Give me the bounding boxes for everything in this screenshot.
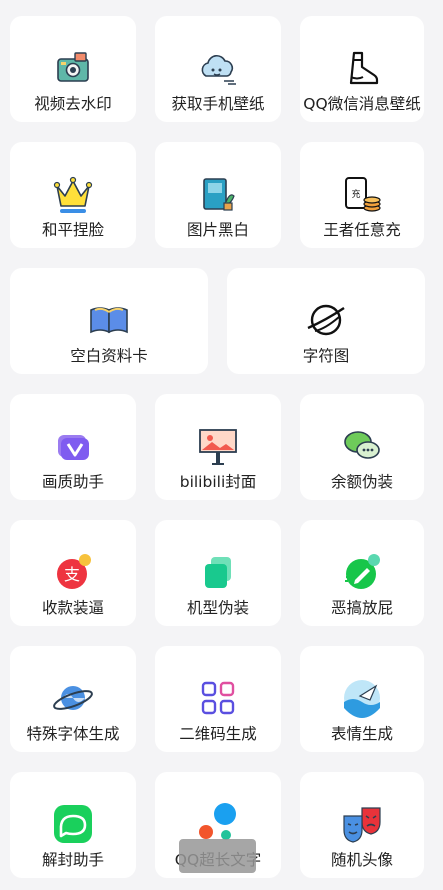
camera-icon [51, 46, 95, 90]
tool-label: 王者任意充 [323, 221, 401, 239]
tool-card-fart-prank[interactable]: 恶搞放屁 [300, 520, 424, 626]
tool-card-quality-assistant[interactable]: 画质助手 [10, 394, 136, 500]
tool-card-blank-profile[interactable]: 空白资料卡 [10, 268, 208, 374]
planet-icon [304, 298, 348, 342]
tool-label: 收款装逼 [41, 599, 104, 617]
tool-card-king-recharge[interactable]: 充 王者任意充 [300, 142, 424, 248]
tool-label: 表情生成 [330, 725, 393, 743]
tool-label: 特殊字体生成 [26, 725, 120, 743]
tool-label: 二维码生成 [179, 725, 257, 743]
tool-label: 余额伪装 [330, 473, 393, 491]
recharge-coins-icon: 充 [340, 172, 384, 216]
qr-code-icon [196, 676, 240, 720]
tool-label: 解封助手 [41, 851, 104, 869]
drama-masks-icon [340, 802, 384, 846]
toast [179, 839, 256, 873]
tool-label: QQ微信消息壁纸 [303, 95, 421, 113]
tool-card-emoji-generate[interactable]: 表情生成 [300, 646, 424, 752]
billboard-icon [196, 424, 240, 468]
svg-text:充: 充 [351, 188, 360, 200]
book-plant-icon [196, 172, 240, 216]
saturn-icon [51, 676, 95, 720]
tool-card-unban-assistant[interactable]: 解封助手 [10, 772, 136, 878]
tool-label: 和平捏脸 [41, 221, 104, 239]
svg-text:支: 支 [64, 565, 80, 584]
tool-card-image-bw[interactable]: 图片黑白 [155, 142, 281, 248]
alipay-icon: 支 [51, 550, 95, 594]
tool-label: 机型伪装 [186, 599, 249, 617]
phone-layers-icon [196, 550, 240, 594]
tool-label: 恶搞放屁 [330, 599, 393, 617]
quality-v-icon [51, 424, 95, 468]
message-icon [51, 802, 95, 846]
tool-label: 获取手机壁纸 [171, 95, 265, 113]
sea-paper-plane-icon [340, 676, 384, 720]
chat-bubbles-icon [340, 424, 384, 468]
tool-card-payment-show[interactable]: 支 收款装逼 [10, 520, 136, 626]
tool-label: 视频去水印 [34, 95, 112, 113]
tool-card-phone-wallpaper[interactable]: 获取手机壁纸 [155, 16, 281, 122]
boot-icon [340, 46, 384, 90]
tool-card-qr-generate[interactable]: 二维码生成 [155, 646, 281, 752]
tool-label: 空白资料卡 [70, 347, 148, 365]
tool-card-pubg-face[interactable]: 和平捏脸 [10, 142, 136, 248]
tool-card-special-font[interactable]: 特殊字体生成 [10, 646, 136, 752]
tool-label: 图片黑白 [186, 221, 249, 239]
tool-card-video-watermark[interactable]: 视频去水印 [10, 16, 136, 122]
crown-icon [51, 172, 95, 216]
tool-card-balance-disguise[interactable]: 余额伪装 [300, 394, 424, 500]
cloud-icon [196, 46, 240, 90]
pencil-circle-icon [340, 550, 384, 594]
tool-card-bilibili-cover[interactable]: bilibili封面 [155, 394, 281, 500]
tool-label: bilibili封面 [179, 473, 257, 491]
tool-card-random-avatar[interactable]: 随机头像 [300, 772, 424, 878]
tool-card-char-image[interactable]: 字符图 [227, 268, 425, 374]
tool-card-qq-wechat-wallpaper[interactable]: QQ微信消息壁纸 [300, 16, 424, 122]
tool-card-device-disguise[interactable]: 机型伪装 [155, 520, 281, 626]
open-book-icon [87, 298, 131, 342]
tool-label: 画质助手 [41, 473, 104, 491]
tool-label: 随机头像 [330, 851, 393, 869]
tool-label: 字符图 [302, 347, 350, 365]
